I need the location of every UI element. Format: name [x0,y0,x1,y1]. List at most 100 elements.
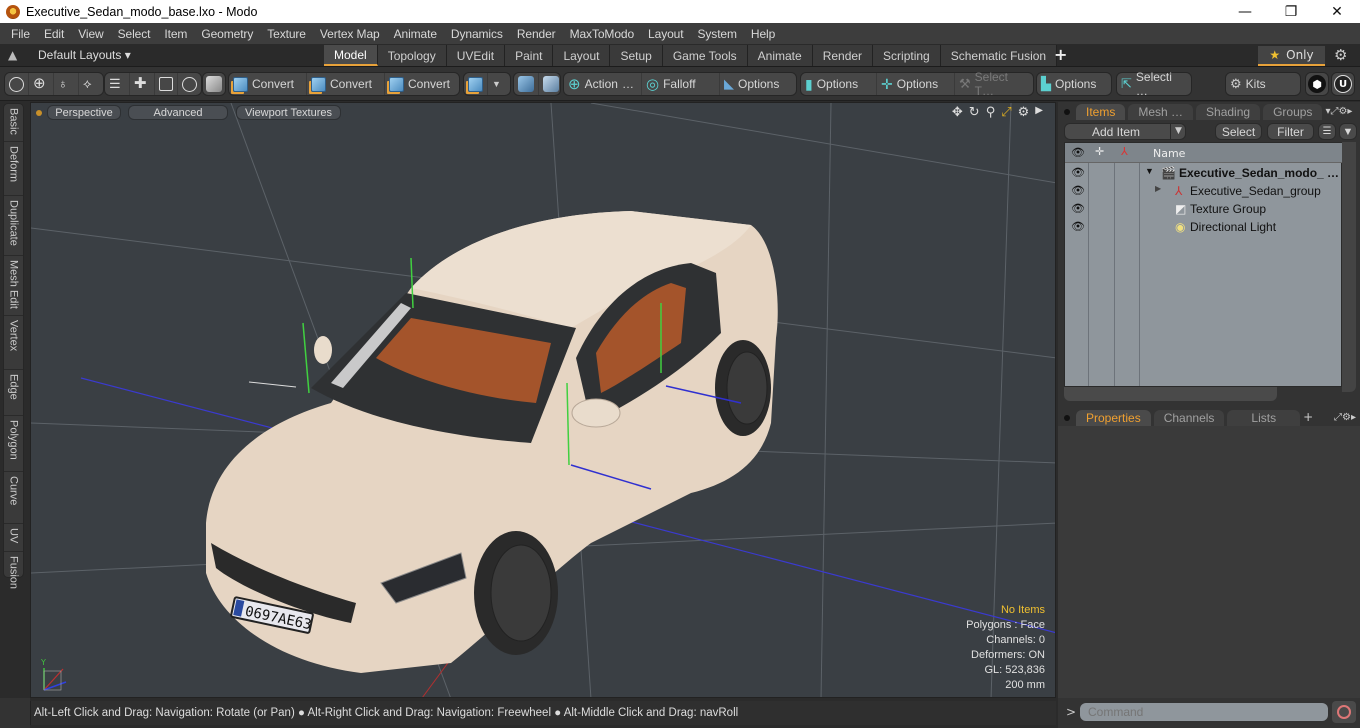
visibility-eye-icon[interactable]: 👁 [1071,166,1085,179]
workplane-button[interactable] [514,73,539,95]
gear-icon[interactable]: ⚙ [1334,46,1347,64]
viewport-textures-button[interactable]: Viewport Textures [236,105,341,120]
tab-animate[interactable]: Animate [747,45,813,66]
tab-scripting[interactable]: Scripting [873,45,941,66]
command-input[interactable] [1080,703,1328,721]
list-item-scene[interactable]: 👁 ▼ 🎬 Executive_Sedan_modo_ … [1065,164,1343,182]
funnel-filter-button[interactable]: ▼ [1339,123,1357,140]
tab-render[interactable]: Render [812,45,874,66]
collapse-arrow-icon[interactable]: ▲ [8,48,17,62]
menu-animate[interactable]: Animate [387,27,444,41]
tab-topology[interactable]: Topology [377,45,447,66]
options-button-3[interactable]: ✛ Options [877,73,955,95]
visibility-eye-icon[interactable]: 👁 [1071,220,1085,233]
vtab-basic[interactable]: Basic [4,104,23,142]
menu-geometry[interactable]: Geometry [194,27,260,41]
select-pen-button[interactable]: ♁ [54,73,79,95]
list-options-button[interactable]: ☰ [1318,123,1336,140]
perspective-button[interactable]: Perspective [47,105,121,120]
action-center-button[interactable]: ⊕ Action… [564,73,642,95]
name-column-header[interactable]: Name [1153,147,1185,160]
command-history-button[interactable] [1332,701,1356,723]
menu-layout[interactable]: Layout [641,27,690,41]
grid-button[interactable]: ✚ [130,73,155,95]
tab-paint[interactable]: Paint [505,45,554,66]
close-button[interactable]: ✕ [1314,0,1360,23]
list-item-light[interactable]: 👁 ◉ Directional Light [1065,218,1343,236]
kits-button[interactable]: ⚙ Kits [1226,73,1270,95]
panel-menu-icon[interactable]: ▾⤢⚙▸ [1325,106,1352,117]
tab-setup[interactable]: Setup [610,45,663,66]
visibility-eye-icon[interactable]: 👁 [1071,184,1085,197]
3d-viewport[interactable]: 0697AE63 Y Perspective Advanced Viewport… [30,102,1056,698]
visibility-eye-icon[interactable]: 👁 [1071,202,1085,215]
tab-game-tools[interactable]: Game Tools [662,45,748,66]
move-view-icon[interactable]: ✥ [952,105,963,120]
vtab-vertex[interactable]: Vertex [4,316,23,370]
options-button-2[interactable]: ▮ Options [801,73,877,95]
menu-dynamics[interactable]: Dynamics [444,27,510,41]
convert-button-2[interactable]: Convert [307,73,385,95]
tab-mesh[interactable]: Mesh … [1128,104,1194,120]
menu-maxtomodo[interactable]: MaxToModo [563,27,641,41]
add-item-button[interactable]: Add Item [1064,123,1186,140]
menu-item[interactable]: Item [157,27,194,41]
convert-button-3[interactable]: Convert [385,73,459,95]
tab-shading[interactable]: Shading [1196,104,1261,120]
collapse-arrow-icon[interactable]: ▼ [1145,166,1154,176]
tab-model[interactable]: Model [324,45,378,66]
unreal-icon[interactable]: U [1334,75,1352,93]
tab-lists[interactable]: Lists [1227,410,1301,426]
only-favorites-toggle[interactable]: ★ Only [1258,46,1325,66]
tab-properties[interactable]: Properties [1076,410,1151,426]
lock-column-icon[interactable]: ✛ [1095,145,1104,158]
add-item-dropdown-icon[interactable]: ▼ [1170,124,1182,139]
zoom-view-icon[interactable]: ⚲ [986,105,996,120]
vtab-deform[interactable]: Deform [4,142,23,196]
menu-edit[interactable]: Edit [37,27,71,41]
maximize-view-icon[interactable]: ⤢ [1001,105,1011,120]
panel-menu-icon[interactable]: ⤢⚙▸ [1334,412,1360,423]
select-through-button[interactable]: ⚒ Select T… [955,70,1033,98]
locator-column-icon[interactable]: ⅄ [1121,145,1128,158]
visibility-column-eye-icon[interactable]: 👁 [1071,146,1085,159]
tab-groups[interactable]: Groups [1263,104,1323,120]
menu-select[interactable]: Select [111,27,158,41]
maximize-button[interactable]: ❐ [1268,0,1314,23]
tab-schematic-fusion[interactable]: Schematic Fusion [940,45,1058,66]
item-mode-dropdown[interactable]: ▼ [488,73,505,95]
vtab-curve[interactable]: Curve [4,472,23,524]
item-mode-button[interactable] [464,73,488,95]
menu-system[interactable]: System [690,27,743,41]
select-button[interactable]: Select [1215,123,1262,140]
add-layout-tab-button[interactable]: + [1054,45,1067,64]
menu-help[interactable]: Help [744,27,782,41]
symmetry-button[interactable] [539,73,563,95]
falloff-button[interactable]: ◎ Falloff [642,73,720,95]
list-item-group[interactable]: 👁 ▶ ⅄ Executive_Sedan_group [1065,182,1343,200]
gray-cube-icon[interactable] [206,76,222,92]
viewport-indicator-dot[interactable] [36,110,42,116]
minimize-button[interactable]: — [1222,0,1268,23]
item-list-vscrollbar[interactable] [1342,142,1356,392]
filter-button[interactable]: Filter [1267,123,1314,140]
convert-button-1[interactable]: Convert [229,73,307,95]
menu-file[interactable]: File [4,27,37,41]
expand-arrow-icon[interactable]: ▶ [1155,184,1161,193]
tab-channels[interactable]: Channels [1153,410,1225,426]
select-circle-button[interactable] [5,73,29,95]
unity-icon[interactable]: ⬢ [1308,75,1326,93]
vtab-mesh-edit[interactable]: Mesh Edit [4,256,23,316]
tab-items[interactable]: Items [1076,104,1126,120]
timer-button[interactable] [178,73,201,95]
select-lasso-button[interactable]: ⟡ [79,73,103,95]
viewport-gear-icon[interactable]: ⚙ [1018,105,1030,120]
tab-uvedit[interactable]: UVEdit [446,45,506,66]
vtab-uv[interactable]: UV [4,524,23,552]
options-button-1[interactable]: ◣ Options [720,73,794,95]
options-button-4[interactable]: ▙ Options [1037,73,1100,95]
menu-texture[interactable]: Texture [260,27,313,41]
selection-sets-button[interactable]: ⇱ Selecti … [1117,70,1191,98]
select-globe-button[interactable]: ⊕ [29,73,54,95]
vtab-fusion[interactable]: Fusion [4,552,23,589]
